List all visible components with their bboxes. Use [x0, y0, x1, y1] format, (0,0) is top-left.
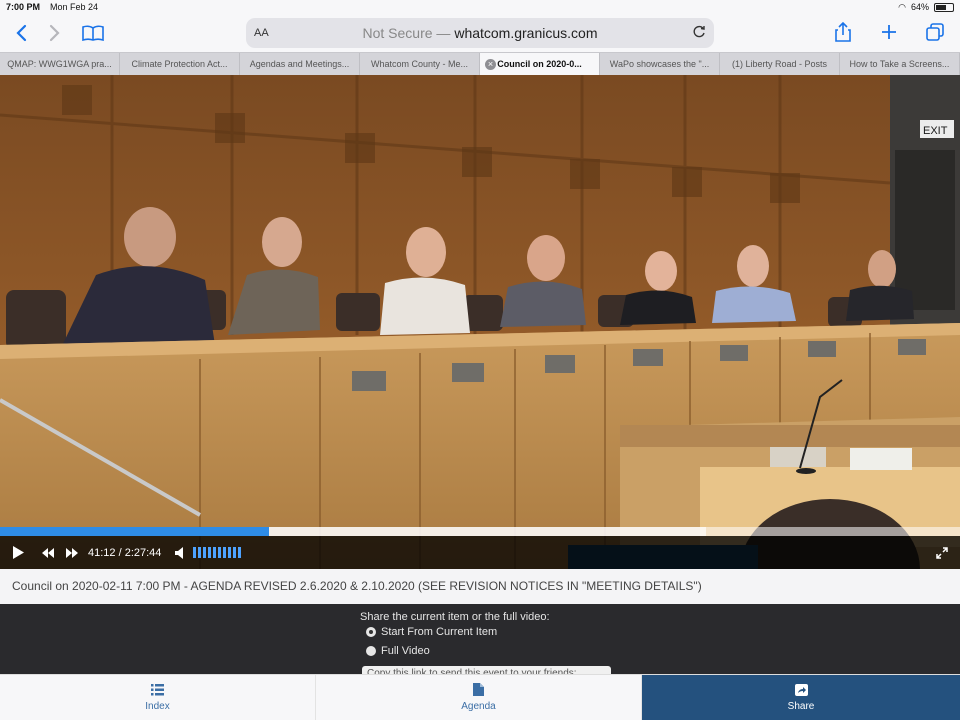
seek-bar[interactable]: [0, 527, 960, 536]
rewind-icon[interactable]: [42, 547, 54, 558]
play-icon[interactable]: [12, 546, 24, 559]
option-full-video[interactable]: Full Video: [366, 645, 430, 657]
tab-index[interactable]: Index: [0, 675, 316, 720]
tab-agenda[interactable]: Agenda: [316, 675, 642, 720]
share-prompt: Share the current item or the full video…: [360, 611, 550, 623]
tab-wapo[interactable]: WaPo showcases the "...: [600, 53, 720, 75]
tab-liberty[interactable]: (1) Liberty Road - Posts: [720, 53, 840, 75]
tab-climate[interactable]: Climate Protection Act...: [120, 53, 240, 75]
exit-sign: EXIT: [923, 125, 948, 137]
video-title: Council on 2020-02-11 7:00 PM - AGENDA R…: [0, 569, 960, 604]
tab-index-label: Index: [145, 700, 170, 712]
back-icon[interactable]: [4, 16, 38, 50]
player-controls: 41:12 / 2:27:44: [0, 536, 960, 569]
tab-howto[interactable]: How to Take a Screens...: [840, 53, 960, 75]
option-label: Full Video: [381, 645, 430, 657]
toolbar-actions: [830, 18, 948, 46]
url-text: Not Secure — whatcom.granicus.com: [246, 25, 714, 41]
new-tab-icon[interactable]: [876, 18, 902, 46]
timecode: 41:12 / 2:27:44: [88, 546, 162, 559]
battery-fill: [936, 4, 947, 10]
status-right: ◠ 64%: [898, 2, 954, 13]
fast-forward-icon[interactable]: [66, 547, 78, 558]
share-panel: Share the current item or the full video…: [0, 604, 960, 682]
reload-icon[interactable]: [693, 25, 706, 41]
security-label: Not Secure —: [362, 25, 451, 41]
share-icon: [794, 683, 808, 699]
volume-slider[interactable]: [193, 547, 242, 558]
forward-icon[interactable]: [38, 16, 72, 50]
wifi-icon: ◠: [898, 1, 906, 12]
date: Mon Feb 24: [50, 2, 99, 12]
battery-percent: 64%: [910, 2, 929, 12]
domain-label: whatcom.granicus.com: [454, 25, 598, 41]
tab-agenda-label: Agenda: [461, 701, 496, 712]
close-tab-icon[interactable]: ×: [485, 58, 496, 70]
clock: 7:00 PM: [6, 2, 41, 12]
fullscreen-icon[interactable]: [936, 546, 948, 559]
status-bar: 7:00 PM Mon Feb 24 ◠ 64%: [0, 0, 960, 14]
tab-agendas[interactable]: Agendas and Meetings...: [240, 53, 360, 75]
radio-selected[interactable]: [366, 627, 376, 637]
browser-toolbar: AA Not Secure — whatcom.granicus.com: [0, 14, 960, 52]
tabs-icon[interactable]: [922, 18, 948, 46]
tab-whatcom[interactable]: Whatcom County - Me...: [360, 53, 480, 75]
list-icon: [151, 683, 164, 699]
tab-strip: QMAP: WWG1WGA pra... Climate Protection …: [0, 52, 960, 75]
video-frame: EXIT: [0, 75, 960, 569]
text-size-button[interactable]: AA: [254, 27, 269, 39]
tab-share-label: Share: [787, 700, 815, 712]
tab-share[interactable]: Share: [642, 675, 960, 720]
bookmarks-icon[interactable]: [76, 16, 110, 50]
tab-council-label: Council on 2020-0...: [497, 59, 582, 69]
tab-council-active[interactable]: × Council on 2020-0...: [480, 53, 600, 75]
share-icon[interactable]: [830, 18, 856, 46]
bottom-tab-bar: Index Agenda Share: [0, 674, 960, 720]
seek-bar-played: [0, 527, 269, 536]
address-bar[interactable]: AA Not Secure — whatcom.granicus.com: [246, 18, 714, 48]
volume-icon[interactable]: [175, 546, 185, 559]
battery-icon: [934, 2, 954, 12]
option-label: Start From Current Item: [381, 626, 498, 638]
tab-qmap[interactable]: QMAP: WWG1WGA pra...: [0, 53, 120, 75]
seek-bar-buffered: [268, 527, 706, 536]
radio-unselected[interactable]: [366, 646, 376, 656]
document-icon: [473, 683, 484, 699]
video-player[interactable]: EXIT 41:12 / 2:27:44: [0, 75, 960, 569]
option-start-current[interactable]: Start From Current Item: [366, 626, 497, 638]
